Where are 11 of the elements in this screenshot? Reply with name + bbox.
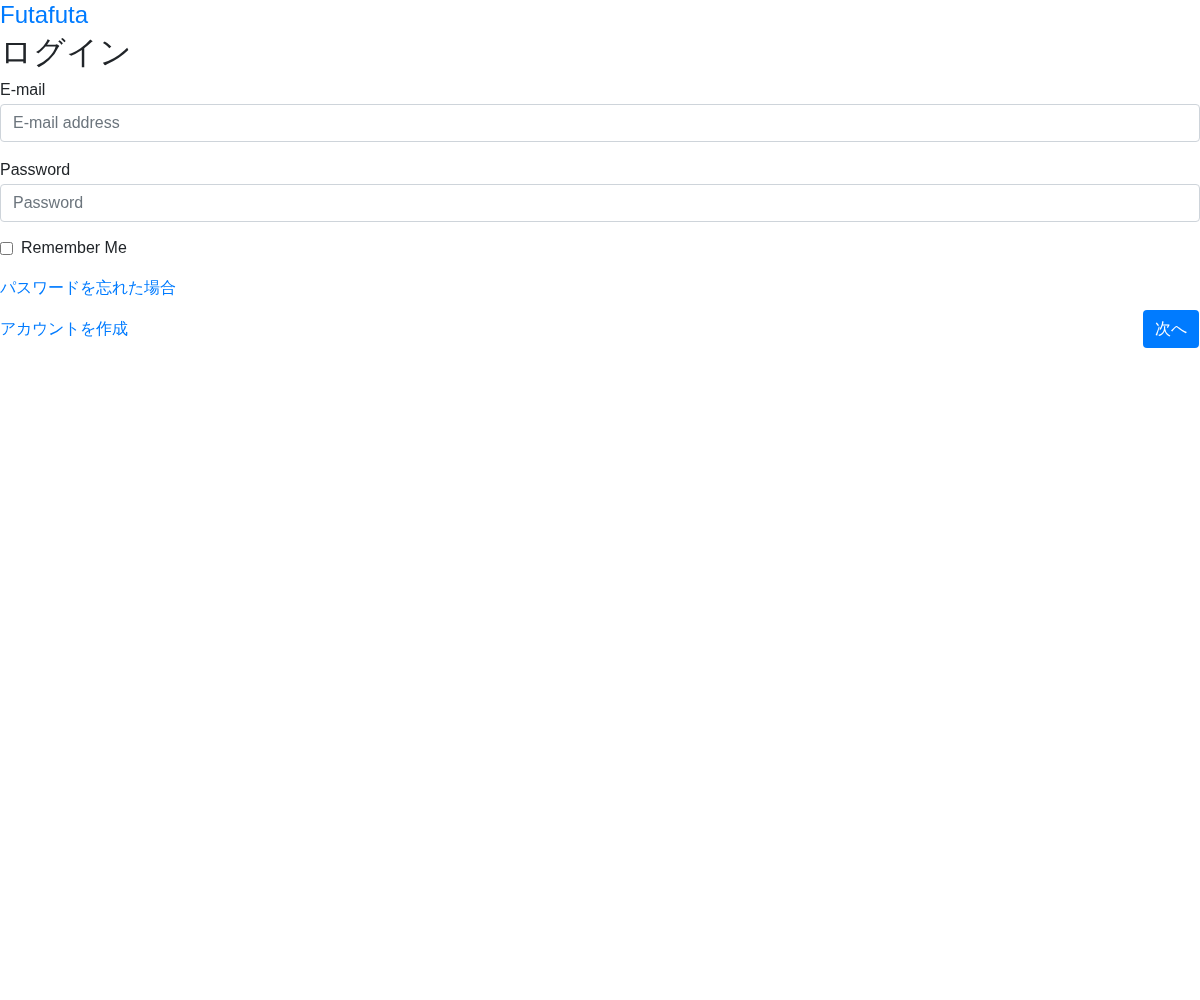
create-account-link[interactable]: アカウントを作成 (0, 317, 128, 341)
input-field[interactable]: E-mail address (0, 104, 1200, 142)
forgot-password-link[interactable]: パスワードを忘れた場合 (0, 276, 176, 300)
brand-link[interactable]: Futafuta (0, 0, 89, 30)
input-field[interactable]: Password (0, 184, 1200, 222)
page-title: ログイン (0, 33, 132, 72)
remember-checkbox[interactable] (0, 241, 13, 255)
field-label: Password (0, 160, 71, 180)
checkbox-label: Remember Me (21, 238, 127, 258)
field-label: E-mail (0, 80, 46, 100)
next-button[interactable]: 次へ (1143, 310, 1199, 348)
